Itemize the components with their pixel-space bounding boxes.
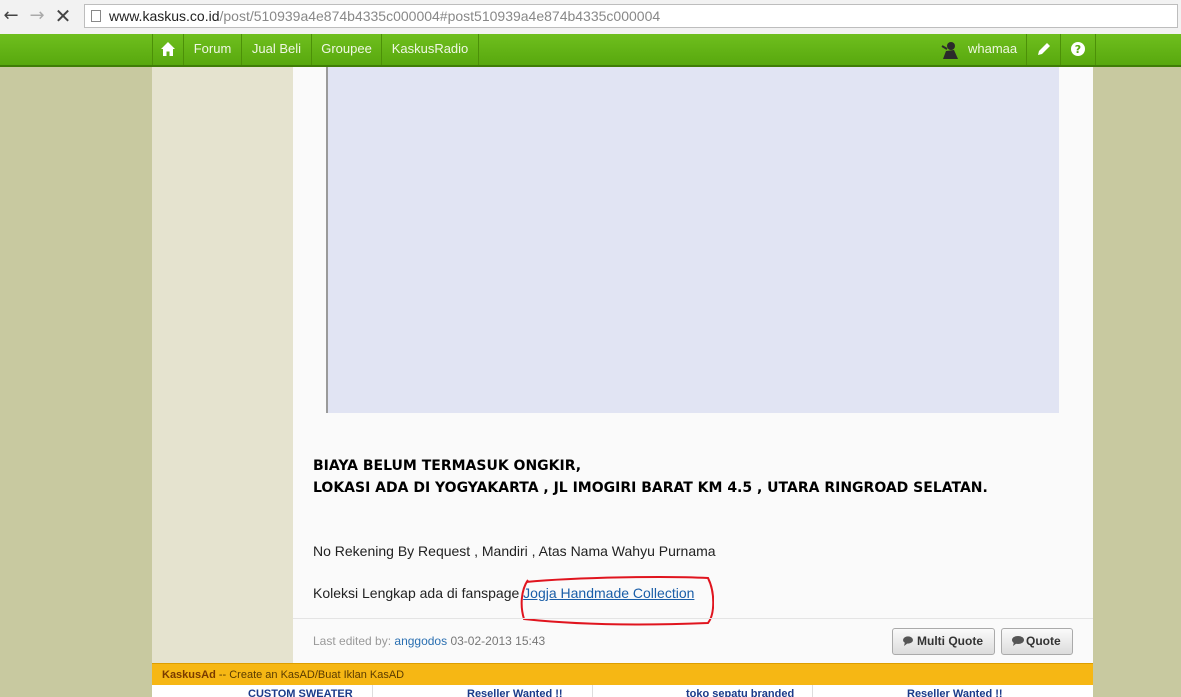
ad-title[interactable]: Reseller Wanted !! bbox=[907, 685, 1003, 697]
home-icon bbox=[161, 42, 175, 56]
edited-prefix: Last edited by: bbox=[313, 634, 395, 648]
ad-divider bbox=[812, 685, 813, 697]
browser-toolbar: ← → ✕ www.kaskus.co.id/post/510939a4e874… bbox=[0, 0, 1181, 35]
back-arrow-icon[interactable]: ← bbox=[0, 5, 22, 27]
kaskusad-tagline[interactable]: -- Create an KasAD/Buat Iklan KasAD bbox=[216, 669, 404, 681]
address-bar[interactable]: www.kaskus.co.id/post/510939a4e874b4335c… bbox=[84, 4, 1178, 28]
ad-divider bbox=[372, 685, 373, 697]
multi-quote-button[interactable]: Multi Quote bbox=[892, 628, 995, 655]
nav-kaskusradio[interactable]: KaskusRadio bbox=[382, 34, 479, 65]
edit-button[interactable] bbox=[1026, 34, 1061, 65]
edited-timestamp: 03-02-2013 15:43 bbox=[450, 634, 546, 648]
page-icon bbox=[91, 10, 101, 22]
ad-divider bbox=[592, 685, 593, 697]
url-path: /post/510939a4e874b4335c000004#post51093… bbox=[219, 8, 661, 24]
kaskusad-brand[interactable]: KaskusAd bbox=[162, 669, 216, 681]
username[interactable]: whamaa bbox=[968, 34, 1017, 65]
koleksi-prefix: Koleksi Lengkap ada di fanspage bbox=[313, 585, 524, 601]
ad-title[interactable]: toko sepatu branded bbox=[686, 685, 794, 697]
help-icon: ? bbox=[1071, 42, 1085, 56]
url-host: www.kaskus.co.id bbox=[109, 8, 220, 24]
multi-quote-label: Multi Quote bbox=[917, 634, 983, 648]
url-text: www.kaskus.co.id/post/510939a4e874b4335c… bbox=[109, 8, 660, 24]
help-button[interactable]: ? bbox=[1060, 34, 1096, 65]
forward-arrow-icon[interactable]: → bbox=[26, 5, 48, 27]
post-bold-line-1: BIAYA BELUM TERMASUK ONGKIR, bbox=[313, 458, 582, 474]
speech-bubble-icon bbox=[1012, 636, 1024, 646]
ad-title[interactable]: CUSTOM SWEATER bbox=[248, 685, 353, 697]
user-info-column bbox=[152, 67, 293, 663]
svg-text:?: ? bbox=[1075, 43, 1081, 56]
nav-jual-beli[interactable]: Jual Beli bbox=[242, 34, 312, 65]
site-navbar: Forum Jual Beli Groupee KaskusRadio wham… bbox=[0, 34, 1181, 67]
kaskusad-bar: KaskusAd -- Create an KasAD/Buat Iklan K… bbox=[152, 663, 1093, 686]
stop-loading-icon[interactable]: ✕ bbox=[52, 5, 74, 27]
speech-bubbles-icon bbox=[903, 636, 913, 646]
ads-row: CUSTOM SWEATER Reseller Wanted !! toko s… bbox=[152, 685, 1093, 697]
pencil-icon bbox=[1038, 43, 1050, 55]
user-avatar-icon bbox=[941, 42, 958, 59]
post-bold-line-2: LOKASI ADA DI YOGYAKARTA , JL IMOGIRI BA… bbox=[313, 480, 988, 496]
edited-by-user[interactable]: anggodos bbox=[394, 634, 447, 648]
post-rekening-text: No Rekening By Request , Mandiri , Atas … bbox=[313, 543, 716, 559]
nav-forum[interactable]: Forum bbox=[184, 34, 242, 65]
quote-label: Quote bbox=[1026, 634, 1061, 648]
last-edited-info: Last edited by: anggodos 03-02-2013 15:4… bbox=[313, 634, 545, 648]
post-image-placeholder bbox=[326, 67, 1059, 413]
quote-button[interactable]: Quote bbox=[1001, 628, 1073, 655]
ad-title[interactable]: Reseller Wanted !! bbox=[467, 685, 563, 697]
post-footer-divider bbox=[293, 618, 1093, 619]
nav-groupee[interactable]: Groupee bbox=[312, 34, 382, 65]
